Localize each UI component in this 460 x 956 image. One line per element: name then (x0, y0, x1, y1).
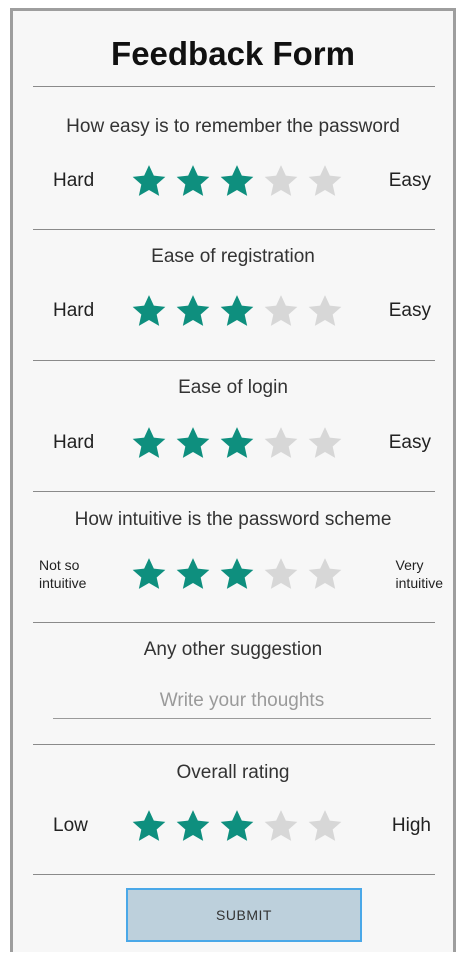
question-registration-label: Ease of registration (151, 246, 315, 267)
star-filled-icon[interactable] (129, 423, 169, 463)
divider (33, 874, 435, 875)
high-label: High (391, 815, 431, 836)
star-empty-icon[interactable] (261, 291, 301, 331)
low-label: Not so intuitive (39, 556, 86, 592)
star-empty-icon[interactable] (305, 291, 345, 331)
high-label: Easy (388, 300, 431, 321)
star-filled-icon[interactable] (173, 806, 213, 846)
star-filled-icon[interactable] (173, 554, 213, 594)
rating-row-intuitive: Not so intuitive Very intuitive (13, 552, 453, 596)
low-label: Hard (53, 300, 95, 321)
star-empty-icon[interactable] (305, 806, 345, 846)
rating-row-overall: Low High (13, 804, 453, 848)
star-filled-icon[interactable] (217, 554, 257, 594)
suggestion-input[interactable] (53, 684, 431, 719)
high-label-line1: Very (395, 557, 424, 573)
high-label: Easy (388, 432, 431, 453)
star-filled-icon[interactable] (129, 291, 169, 331)
star-empty-icon[interactable] (261, 423, 301, 463)
high-label-line2: intuitive (395, 575, 443, 591)
question-remember-label: How easy is to remember the password (66, 116, 400, 137)
star-filled-icon[interactable] (217, 806, 257, 846)
question-intuitive-label: How intuitive is the password scheme (74, 509, 392, 530)
question-login-label: Ease of login (178, 377, 288, 398)
low-label: Hard (53, 432, 95, 453)
star-filled-icon[interactable] (129, 806, 169, 846)
star-empty-icon[interactable] (305, 161, 345, 201)
suggestion-label: Any other suggestion (143, 639, 323, 660)
high-label: Easy (388, 170, 431, 191)
star-empty-icon[interactable] (261, 554, 301, 594)
star-empty-icon[interactable] (261, 161, 301, 201)
star-filled-icon[interactable] (129, 554, 169, 594)
star-rating-login[interactable] (129, 423, 345, 463)
divider (33, 491, 435, 492)
divider (33, 86, 435, 87)
star-filled-icon[interactable] (173, 291, 213, 331)
rating-row-login: Hard Easy (13, 421, 453, 465)
low-label-line1: Not so (39, 557, 80, 573)
divider (33, 622, 435, 623)
high-label: Very intuitive (396, 556, 443, 592)
star-filled-icon[interactable] (217, 161, 257, 201)
star-filled-icon[interactable] (173, 161, 213, 201)
star-rating-intuitive[interactable] (129, 554, 345, 594)
star-rating-remember[interactable] (129, 161, 345, 201)
star-filled-icon[interactable] (173, 423, 213, 463)
overall-rating-label: Overall rating (176, 762, 290, 783)
rating-row-registration: Hard Easy (13, 289, 453, 333)
star-empty-icon[interactable] (261, 806, 301, 846)
star-filled-icon[interactable] (129, 161, 169, 201)
low-label-line2: intuitive (39, 575, 87, 591)
low-label: Hard (53, 170, 95, 191)
submit-button[interactable]: SUBMIT (126, 888, 362, 942)
star-empty-icon[interactable] (305, 554, 345, 594)
low-label: Low (53, 815, 88, 836)
star-rating-registration[interactable] (129, 291, 345, 331)
divider (33, 360, 435, 361)
star-filled-icon[interactable] (217, 423, 257, 463)
rating-row-remember: Hard Easy (13, 159, 453, 203)
form-title: Feedback Form (111, 35, 355, 72)
star-filled-icon[interactable] (217, 291, 257, 331)
feedback-form: Feedback Form How easy is to remember th… (10, 8, 456, 952)
divider (33, 229, 435, 230)
star-empty-icon[interactable] (305, 423, 345, 463)
star-rating-overall[interactable] (129, 806, 345, 846)
divider (33, 744, 435, 745)
